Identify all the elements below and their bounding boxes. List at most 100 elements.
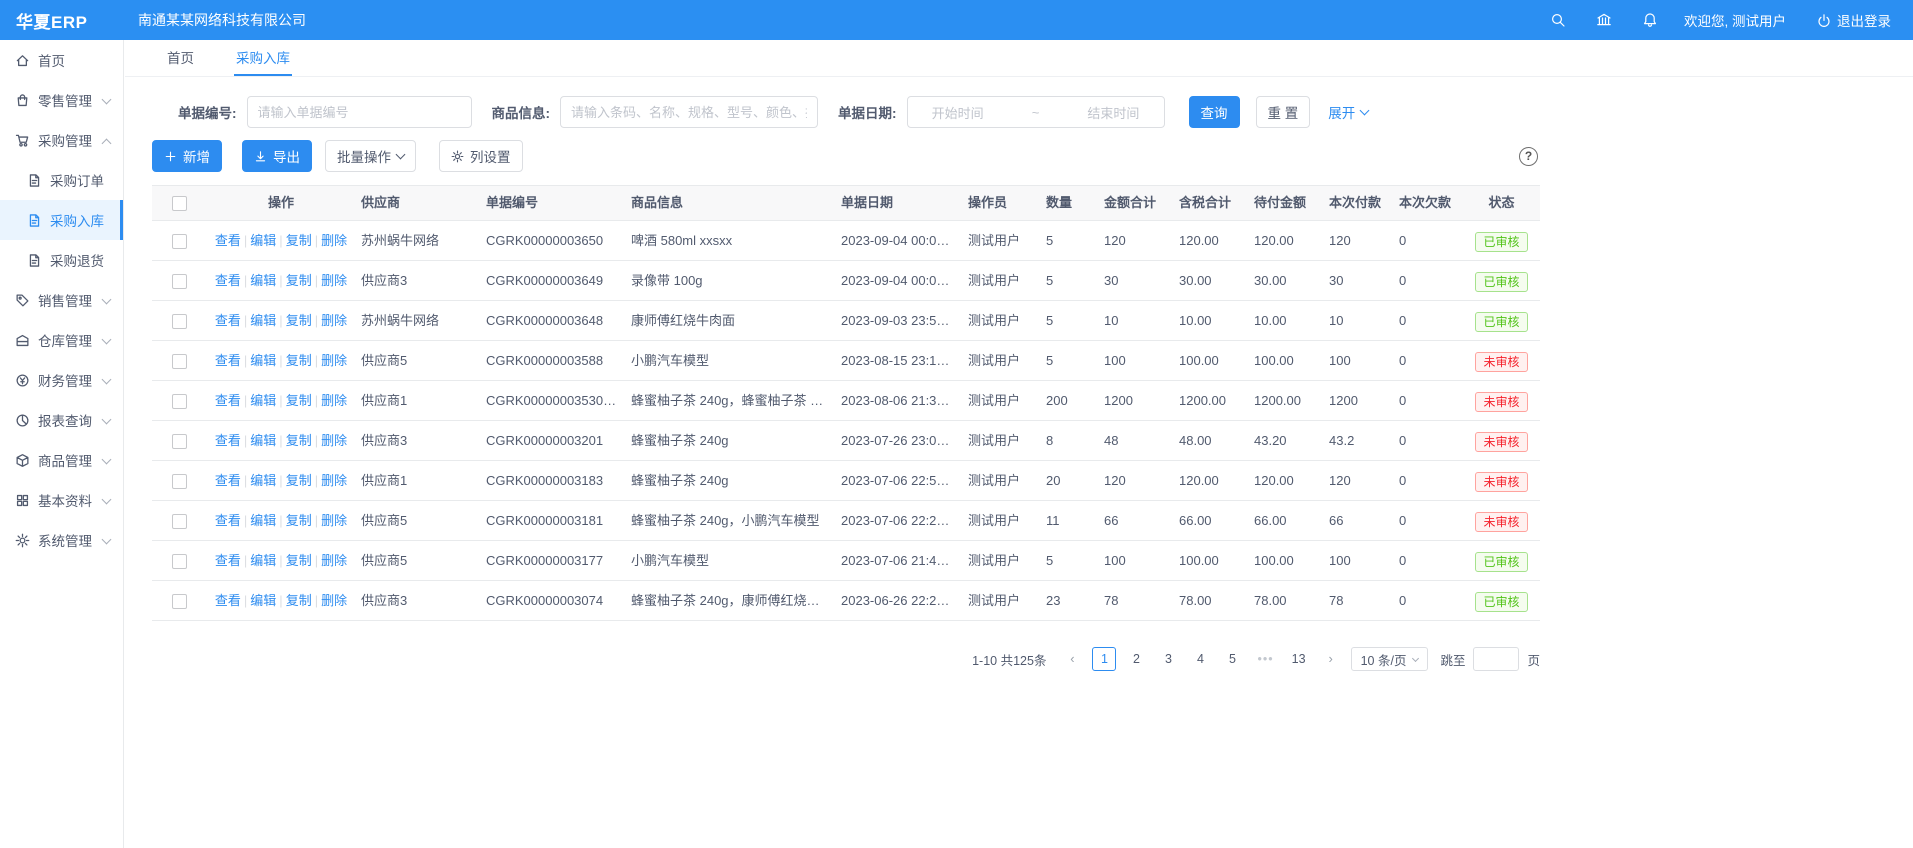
copy-link[interactable]: 复制 [286,313,312,328]
sidebar-subitem-purchase-order[interactable]: 采购订单 [0,160,123,200]
edit-link[interactable]: 编辑 [250,513,276,528]
sidebar-item-sales[interactable]: 销售管理 [0,280,123,320]
row-checkbox[interactable] [172,514,187,529]
row-checkbox[interactable] [172,354,187,369]
edit-link[interactable]: 编辑 [250,313,276,328]
delete-link[interactable]: 删除 [321,473,347,488]
edit-link[interactable]: 编辑 [250,593,276,608]
sidebar-item-retail[interactable]: 零售管理 [0,80,123,120]
view-link[interactable]: 查看 [215,513,241,528]
edit-link[interactable]: 编辑 [250,433,276,448]
select-all-checkbox[interactable] [172,196,187,211]
delete-link[interactable]: 删除 [321,233,347,248]
bell-icon[interactable] [1642,12,1658,28]
view-link[interactable]: 查看 [215,313,241,328]
row-checkbox[interactable] [172,594,187,609]
delete-link[interactable]: 删除 [321,273,347,288]
logout-button[interactable]: 退出登录 [1816,10,1891,30]
copy-link[interactable]: 复制 [286,593,312,608]
row-checkbox[interactable] [172,434,187,449]
view-link[interactable]: 查看 [215,593,241,608]
page-ellipsis[interactable]: ••• [1252,647,1278,671]
view-link[interactable]: 查看 [215,393,241,408]
help-icon[interactable]: ? [1519,147,1538,166]
delete-link[interactable]: 删除 [321,513,347,528]
row-checkbox[interactable] [172,234,187,249]
page-button-1[interactable]: 1 [1092,647,1116,671]
copy-link[interactable]: 复制 [286,273,312,288]
sidebar-item-purchase[interactable]: 采购管理 [0,120,123,160]
next-page-button[interactable]: › [1319,647,1343,671]
sidebar-item-system[interactable]: 系统管理 [0,520,123,560]
row-checkbox[interactable] [172,274,187,289]
sidebar-item-home[interactable]: 首页 [0,40,123,80]
sidebar-item-report[interactable]: 报表查询 [0,400,123,440]
view-link[interactable]: 查看 [215,233,241,248]
edit-link[interactable]: 编辑 [250,473,276,488]
tab-home[interactable]: 首页 [165,40,196,76]
page-button-2[interactable]: 2 [1124,647,1148,671]
page-button-5[interactable]: 5 [1220,647,1244,671]
view-link[interactable]: 查看 [215,273,241,288]
delete-link[interactable]: 删除 [321,433,347,448]
sidebar-subitem-purchase-return[interactable]: 采购退货 [0,240,123,280]
delete-link[interactable]: 删除 [321,393,347,408]
date-start-placeholder[interactable]: 开始时间 [932,103,984,122]
edit-link[interactable]: 编辑 [250,233,276,248]
bank-icon[interactable] [1596,12,1612,28]
batch-ops-button[interactable]: 批量操作 [325,140,416,172]
row-checkbox[interactable] [172,394,187,409]
view-link[interactable]: 查看 [215,473,241,488]
page-button-13[interactable]: 13 [1287,647,1311,671]
view-link[interactable]: 查看 [215,353,241,368]
page-size-select[interactable]: 10 条/页 [1351,647,1429,671]
edit-link[interactable]: 编辑 [250,553,276,568]
row-checkbox[interactable] [172,554,187,569]
cell-debt: 0 [1393,301,1463,340]
copy-link[interactable]: 复制 [286,433,312,448]
edit-link[interactable]: 编辑 [250,393,276,408]
goods-info-input[interactable] [560,96,818,128]
delete-link[interactable]: 删除 [321,593,347,608]
cell-goods: 蜂蜜柚子茶 240g [625,461,835,500]
cell-date: 2023-08-06 21:30:46 [835,381,962,420]
tab-purchase-in[interactable]: 采购入库 [234,40,292,76]
row-checkbox[interactable] [172,474,187,489]
sidebar-item-goods[interactable]: 商品管理 [0,440,123,480]
edit-link[interactable]: 编辑 [250,273,276,288]
add-button[interactable]: 新增 [152,140,222,172]
delete-link[interactable]: 删除 [321,313,347,328]
export-button[interactable]: 导出 [242,140,312,172]
edit-link[interactable]: 编辑 [250,353,276,368]
row-checkbox[interactable] [172,314,187,329]
search-button[interactable]: 查询 [1189,96,1240,128]
sidebar-item-warehouse[interactable]: 仓库管理 [0,320,123,360]
expand-link[interactable]: 展开 [1328,102,1368,122]
date-range-picker[interactable]: 开始时间 ~ 结束时间 [907,96,1165,128]
copy-link[interactable]: 复制 [286,393,312,408]
copy-link[interactable]: 复制 [286,233,312,248]
delete-link[interactable]: 删除 [321,553,347,568]
copy-link[interactable]: 复制 [286,473,312,488]
column-settings-button[interactable]: 列设置 [439,140,523,172]
view-link[interactable]: 查看 [215,553,241,568]
sidebar-subitem-purchase-in[interactable]: 采购入库 [0,200,123,240]
copy-link[interactable]: 复制 [286,513,312,528]
prev-page-button[interactable]: ‹ [1060,647,1084,671]
page-button-4[interactable]: 4 [1188,647,1212,671]
reset-button[interactable]: 重 置 [1256,96,1311,128]
delete-link[interactable]: 删除 [321,353,347,368]
bill-no-input[interactable] [247,96,472,128]
search-icon[interactable] [1550,12,1566,28]
date-end-placeholder[interactable]: 结束时间 [1087,103,1139,122]
copy-link[interactable]: 复制 [286,553,312,568]
chevron-down-icon [102,94,112,104]
cell-paid: 10 [1323,301,1393,340]
sidebar-item-basic[interactable]: 基本资料 [0,480,123,520]
view-link[interactable]: 查看 [215,433,241,448]
copy-link[interactable]: 复制 [286,353,312,368]
page-button-3[interactable]: 3 [1156,647,1180,671]
action-separator: | [279,273,282,288]
sidebar-item-finance[interactable]: 财务管理 [0,360,123,400]
jump-page-input[interactable] [1473,647,1519,671]
